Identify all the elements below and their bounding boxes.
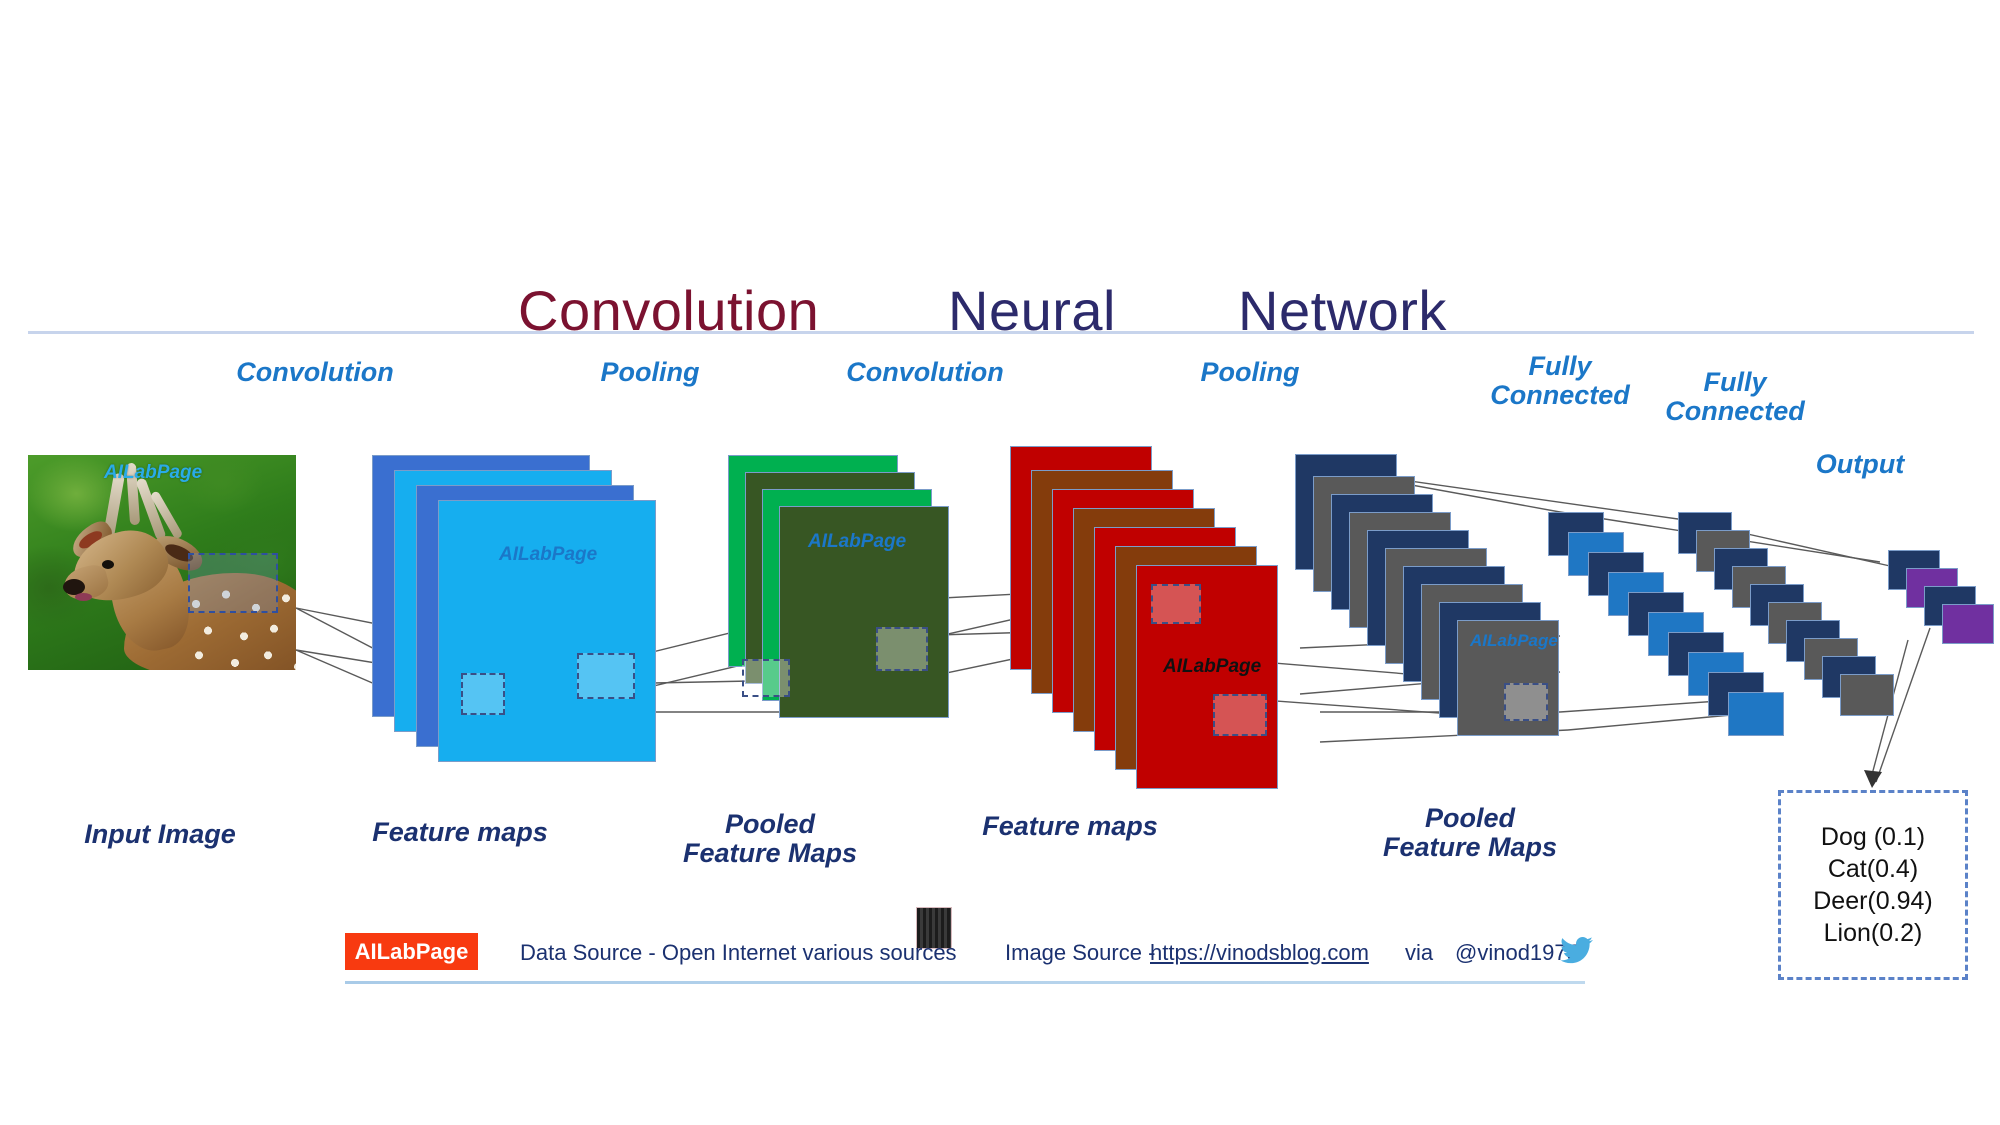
- stage-label-fc1-line2: Connected: [1490, 379, 1630, 410]
- stage-label-fc1-line1: Fully: [1528, 351, 1592, 381]
- footer-data-source: Data Source - Open Internet various sour…: [520, 940, 957, 965]
- footer-image-source-label: Image Source -: [1005, 940, 1156, 965]
- watermark-conv2: AILabPage: [1163, 656, 1262, 677]
- footer-divider: [345, 981, 1585, 984]
- title-divider: [28, 331, 1974, 334]
- conv2-layer-7: AILabPage: [1136, 565, 1278, 789]
- deer-eye: [102, 560, 114, 569]
- footer-image-source-link[interactable]: https://vinodsblog.com: [1150, 940, 1369, 966]
- bottom-label-feature-maps-2: Feature maps: [982, 811, 1158, 841]
- stage-label-pooling-2: Pooling: [1200, 357, 1300, 387]
- prediction-dog: Dog (0.1): [1820, 823, 1926, 851]
- patch-pool2: [1504, 683, 1548, 721]
- ailabpage-badge[interactable]: AILabPage: [345, 933, 478, 970]
- deer-mouth: [75, 593, 92, 601]
- stage-label-convolution-2: Convolution: [846, 357, 1004, 387]
- watermark-conv1: AILabPage: [499, 544, 598, 565]
- watermark-pool2: AILabPage: [1470, 631, 1558, 650]
- output-node-4: [1942, 604, 1994, 644]
- prediction-cat: Cat(0.4): [1827, 855, 1919, 883]
- footer-bar: AILabPage Data Source - Open Internet va…: [345, 907, 1645, 985]
- patch-conv2-a: [1151, 584, 1201, 624]
- twitter-icon[interactable]: [1557, 933, 1597, 967]
- footer-via-label: via: [1405, 940, 1434, 965]
- conv1-layer-4: AILabPage: [438, 500, 656, 762]
- pool1-layer-4: AILabPage: [742, 506, 949, 718]
- patch-conv1-a: [461, 673, 505, 715]
- stage-label-pooling-1: Pooling: [600, 357, 700, 387]
- stage-label-output: Output: [1815, 449, 1905, 479]
- prediction-lion: Lion(0.2): [1823, 919, 1923, 947]
- stage-label-fc2-line2: Connected: [1665, 395, 1805, 426]
- patch-conv2-b: [1213, 694, 1267, 736]
- bottom-label-pooled-2-line2: Feature Maps: [1382, 831, 1558, 862]
- watermark-input: AILabPage: [104, 462, 203, 483]
- patch-pool1-a: [876, 627, 928, 671]
- stage-label-convolution-1: Convolution: [236, 357, 394, 387]
- prediction-deer: Deer(0.94): [1813, 887, 1933, 915]
- bottom-label-pooled-1-line1: Pooled: [724, 809, 815, 839]
- bottom-label-input-image: Input Image: [84, 819, 236, 849]
- fc1-node-10: [1728, 692, 1784, 736]
- input-image: AILabPage: [28, 455, 296, 670]
- pool2-layer-10: AILabPage: [1457, 620, 1559, 736]
- receptive-field-patch-input: [188, 553, 278, 613]
- bottom-label-feature-maps-1: Feature maps: [372, 817, 548, 847]
- output-prediction-box: Dog (0.1) Cat(0.4) Deer(0.94) Lion(0.2): [1778, 790, 1968, 980]
- bottom-label-pooled-1-line2: Feature Maps: [682, 837, 858, 868]
- patch-pool1-b: [742, 659, 790, 697]
- diagram-canvas: Convolution Neural Network Convolution P…: [0, 0, 2000, 1125]
- watermark-pool1: AILabPage: [808, 531, 907, 552]
- bottom-label-pooled-2-line1: Pooled: [1424, 803, 1515, 833]
- patch-conv1-b: [577, 653, 635, 699]
- stage-label-fc2-line1: Fully: [1703, 367, 1767, 397]
- fc2-node-10: [1840, 674, 1894, 716]
